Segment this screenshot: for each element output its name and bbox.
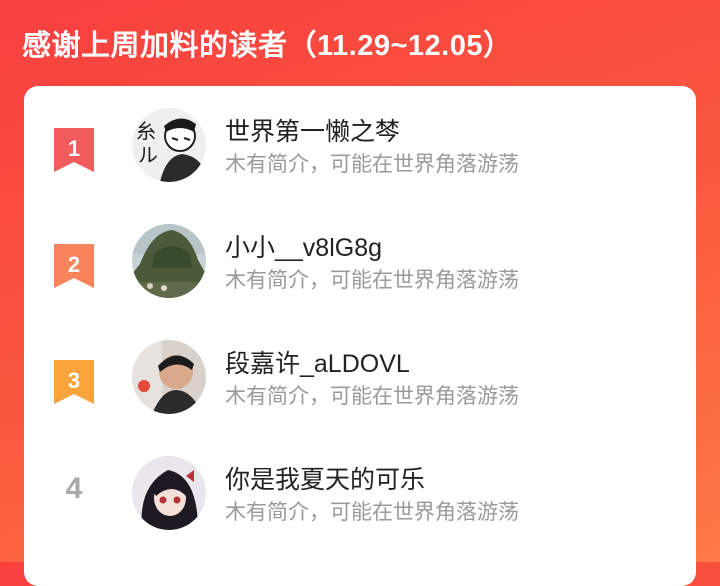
reader-name: 世界第一懒之棽 bbox=[225, 118, 401, 146]
reader-list-card: 1 糸 ル 世界第一懒之棽 木有简介，可能在世界角落游荡 2 小小__v8lG8… bbox=[24, 86, 696, 586]
avatar[interactable] bbox=[132, 456, 206, 530]
reader-row-1[interactable]: 1 糸 ル 世界第一懒之棽 木有简介，可能在世界角落游荡 bbox=[24, 108, 696, 208]
reader-bio: 木有简介，可能在世界角落游荡 bbox=[225, 153, 519, 176]
rank-number: 4 bbox=[65, 472, 83, 505]
reader-name: 段嘉许_aLDOVL bbox=[225, 350, 410, 378]
svg-text:ル: ル bbox=[138, 143, 158, 167]
reader-row-4[interactable]: 4 你是我夏天的可乐 木有简介，可能在世界角落游荡 bbox=[24, 456, 696, 556]
reader-name: 你是我夏天的可乐 bbox=[225, 466, 426, 494]
rank-1-badge-icon: 1 bbox=[54, 128, 94, 172]
rank-number: 3 bbox=[67, 368, 81, 393]
reader-row-2[interactable]: 2 小小__v8lG8g 木有简介，可能在世界角落游荡 bbox=[24, 224, 696, 324]
avatar[interactable] bbox=[132, 224, 206, 298]
reader-name: 小小__v8lG8g bbox=[225, 234, 383, 262]
page-title: 感谢上周加料的读者（11.29~12.05） bbox=[22, 30, 513, 62]
reader-bio: 木有简介，可能在世界角落游荡 bbox=[225, 501, 519, 524]
reader-bio: 木有简介，可能在世界角落游荡 bbox=[225, 269, 519, 292]
reader-bio: 木有简介，可能在世界角落游荡 bbox=[225, 385, 519, 408]
svg-text:糸: 糸 bbox=[136, 119, 156, 143]
rank-number: 2 bbox=[67, 252, 81, 277]
reader-row-3[interactable]: 3 段嘉许_aLDOVL 木有简介，可能在世界角落游荡 bbox=[24, 340, 696, 440]
rank-2-badge-icon: 2 bbox=[54, 244, 94, 288]
rank-number: 1 bbox=[67, 136, 81, 161]
rank-3-badge-icon: 3 bbox=[54, 360, 94, 404]
avatar[interactable] bbox=[132, 340, 206, 414]
avatar[interactable]: 糸 ル bbox=[132, 108, 206, 182]
